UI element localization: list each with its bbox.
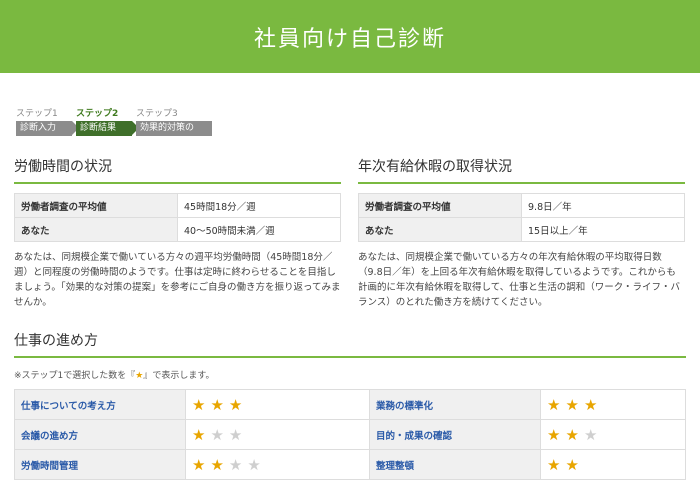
working-hours-table: 労働者調査の平均値 45時間18分／週 あなた 40～50時間未満／週 — [14, 193, 341, 242]
step-1-name: 診断入力 — [16, 121, 79, 136]
table-row: あなた 15日以上／年 — [358, 217, 685, 242]
star-empty-icon: ★ — [228, 425, 243, 444]
note-prefix: ※ステップ1で選択した数を『 — [14, 371, 136, 381]
table-row: 労働者調査の平均値 45時間18分／週 — [14, 193, 341, 218]
item-label: 仕事についての考え方 — [14, 389, 186, 420]
step-3-name: 効果的対策の提案 — [136, 121, 212, 148]
star-empty-icon: ★ — [228, 455, 243, 474]
paid-leave-title: 年次有給休暇の取得状況 — [358, 156, 685, 184]
row-value: 45時間18分／週 — [177, 193, 341, 218]
working-hours-section: 労働時間の状況 労働者調査の平均値 45時間18分／週 あなた 40～50時間未… — [14, 156, 341, 310]
star-rating: ★ ★ ★ — [540, 389, 686, 420]
star-legend-note: ※ステップ1で選択した数を『★』で表示します。 — [14, 368, 686, 381]
item-label: 目的・成果の確認 — [369, 419, 542, 450]
star-filled-icon: ★ — [192, 395, 206, 414]
row-key: あなた — [14, 217, 178, 242]
working-hours-title: 労働時間の状況 — [14, 156, 341, 184]
paid-leave-table: 労働者調査の平均値 9.8日／年 あなた 15日以上／年 — [358, 193, 685, 242]
table-row: 労働者調査の平均値 9.8日／年 — [358, 193, 685, 218]
item-label: 会議の進め方 — [14, 419, 186, 450]
step-progress: ステップ1 診断入力 ステップ2 診断結果 ステップ3 効果的対策の提案 — [16, 108, 216, 148]
step-3-label: ステップ3 — [136, 109, 178, 119]
table-row: 会議の進め方 ★ ★ ★ 目的・成果の確認 ★ ★ ★ — [14, 419, 686, 450]
row-key: 労働者調査の平均値 — [14, 193, 178, 218]
table-row: 仕事についての考え方 ★ ★ ★ 業務の標準化 ★ ★ ★ — [14, 389, 686, 420]
header-banner: 社員向け自己診断 — [0, 0, 700, 73]
work-style-section: 仕事の進め方 ※ステップ1で選択した数を『★』で表示します。 仕事についての考え… — [14, 330, 686, 480]
step-3[interactable]: ステップ3 効果的対策の提案 — [136, 108, 212, 148]
star-rating: ★ ★ — [540, 449, 686, 480]
star-filled-icon: ★ — [547, 455, 561, 474]
star-filled-icon: ★ — [583, 395, 598, 414]
star-filled-icon: ★ — [565, 425, 579, 444]
table-row: あなた 40～50時間未満／週 — [14, 217, 341, 242]
star-empty-icon: ★ — [247, 455, 261, 474]
star-rating: ★ ★ ★ — [184, 419, 371, 450]
row-key: あなた — [358, 217, 522, 242]
star-rating: ★ ★ ★ — [184, 389, 371, 420]
step-1-label: ステップ1 — [16, 109, 58, 119]
item-label: 業務の標準化 — [369, 389, 542, 420]
star-filled-icon: ★ — [547, 425, 561, 444]
star-filled-icon: ★ — [547, 395, 561, 414]
item-label: 労働時間管理 — [14, 449, 186, 480]
row-value: 40～50時間未満／週 — [177, 217, 341, 242]
star-filled-icon: ★ — [192, 425, 206, 444]
star-rating: ★ ★ ★ — [540, 419, 686, 450]
star-filled-icon: ★ — [565, 395, 579, 414]
paid-leave-note: あなたは、同規模企業で働いている方々の年次有給休暇の平均取得日数（9.8日／年）… — [358, 252, 681, 308]
star-empty-icon: ★ — [210, 425, 224, 444]
step-2-label: ステップ2 — [76, 109, 119, 119]
page-title: 社員向け自己診断 — [253, 26, 446, 52]
row-value: 15日以上／年 — [521, 217, 685, 242]
star-filled-icon: ★ — [210, 455, 224, 474]
row-value: 9.8日／年 — [521, 193, 685, 218]
note-suffix: 』で表示します。 — [143, 371, 215, 381]
paid-leave-section: 年次有給休暇の取得状況 労働者調査の平均値 9.8日／年 あなた 15日以上／年… — [358, 156, 685, 310]
step-2[interactable]: ステップ2 診断結果 — [76, 108, 139, 136]
step-2-name: 診断結果 — [76, 121, 139, 136]
row-key: 労働者調査の平均値 — [358, 193, 522, 218]
table-row: 労働時間管理 ★ ★ ★ ★ 整理整頓 ★ ★ — [14, 449, 686, 480]
star-empty-icon: ★ — [583, 425, 598, 444]
step-1[interactable]: ステップ1 診断入力 — [16, 108, 79, 136]
star-rating: ★ ★ ★ ★ — [184, 449, 371, 480]
star-filled-icon: ★ — [192, 455, 206, 474]
star-filled-icon: ★ — [210, 395, 224, 414]
work-style-table: 仕事についての考え方 ★ ★ ★ 業務の標準化 ★ ★ ★ 会議の進め方 ★ ★ ★ 目的・… — [14, 389, 686, 480]
item-label: 整理整頓 — [369, 449, 542, 480]
star-filled-icon: ★ — [565, 455, 579, 474]
star-filled-icon: ★ — [228, 395, 243, 414]
work-style-title: 仕事の進め方 — [14, 330, 686, 358]
working-hours-note: あなたは、同規模企業で働いている方々の週平均労働時間（45時間18分／週）と同程… — [14, 252, 341, 308]
